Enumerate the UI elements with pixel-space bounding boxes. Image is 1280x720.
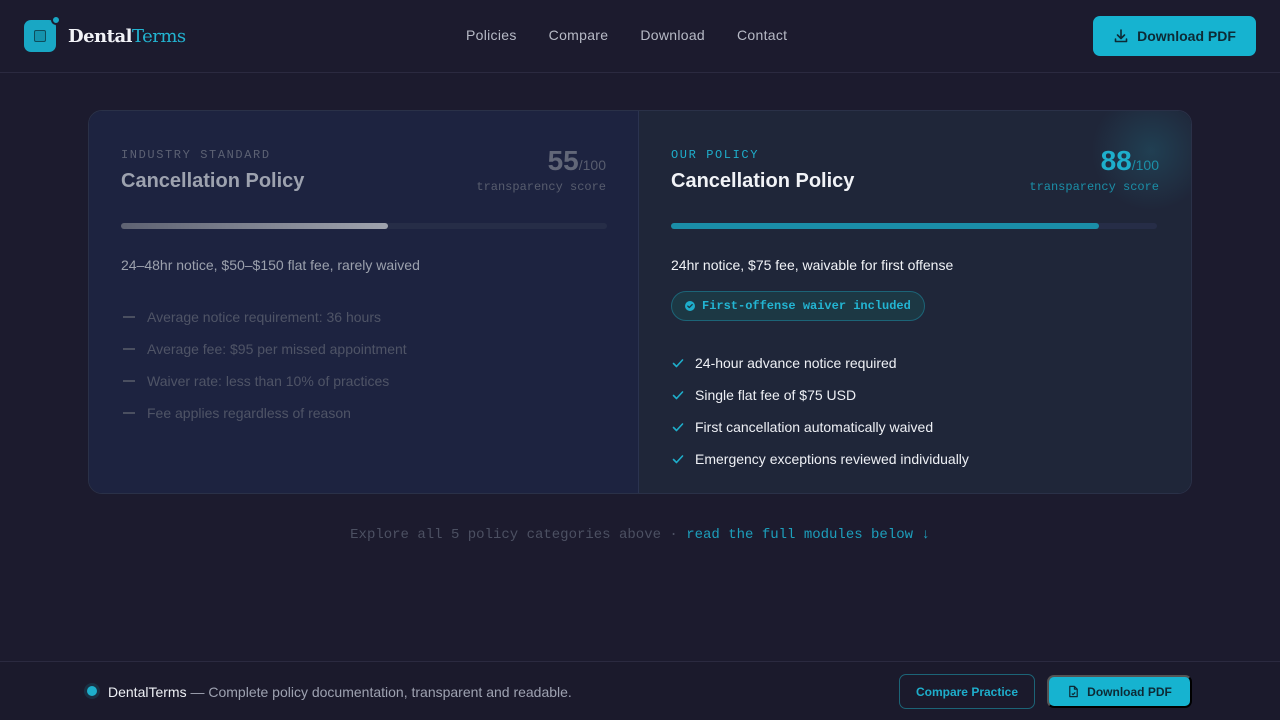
dash-icon xyxy=(123,412,135,414)
file-icon xyxy=(1069,685,1078,698)
footer-brandline: DentalTerms — Complete policy documentat… xyxy=(108,684,572,700)
industry-standard-panel: INDUSTRY STANDARD Cancellation Policy 55… xyxy=(89,111,639,493)
sticky-footer: DentalTerms — Complete policy documentat… xyxy=(0,661,1280,720)
list-item-text: Average fee: $95 per missed appointment xyxy=(147,341,407,357)
nav-link-policies[interactable]: Policies xyxy=(466,27,517,43)
list-item: Average notice requirement: 36 hours xyxy=(121,301,407,333)
logo-text: DentalTerms xyxy=(68,25,186,47)
our-title: Cancellation Policy xyxy=(671,170,855,192)
nav-link-download[interactable]: Download xyxy=(640,27,705,43)
check-circle-icon xyxy=(685,301,695,311)
list-item-text: Average notice requirement: 36 hours xyxy=(147,309,381,325)
download-pdf-button[interactable]: Download PDF xyxy=(1093,16,1256,56)
industry-summary: 24–48hr notice, $50–$150 flat fee, rarel… xyxy=(121,257,420,273)
our-list: 24-hour advance notice required Single f… xyxy=(671,347,969,475)
industry-title: Cancellation Policy xyxy=(121,170,305,192)
check-icon xyxy=(672,391,684,400)
main-nav: Policies Compare Download Contact xyxy=(466,27,787,43)
list-item-text: Fee applies regardless of reason xyxy=(147,405,351,421)
waiver-badge: First-offense waiver included xyxy=(671,291,925,321)
industry-score-bar-fill xyxy=(121,223,389,229)
our-score-value: 88 xyxy=(1100,145,1132,176)
list-item-text: Waiver rate: less than 10% of practices xyxy=(147,373,390,389)
policy-comparison-card: INDUSTRY STANDARD Cancellation Policy 55… xyxy=(88,110,1192,494)
footer-tagline: — Complete policy documentation, transpa… xyxy=(186,684,572,700)
download-icon xyxy=(1114,29,1128,43)
list-item: Fee applies regardless of reason xyxy=(121,397,407,429)
top-header: DentalTerms Policies Compare Download Co… xyxy=(0,0,1280,73)
waiver-badge-label: First-offense waiver included xyxy=(702,299,911,313)
industry-score: 55/100 transparency score xyxy=(476,145,606,194)
check-icon xyxy=(672,455,684,464)
dash-icon xyxy=(123,380,135,382)
list-item-text: 24-hour advance notice required xyxy=(695,355,897,371)
list-item-text: First cancellation automatically waived xyxy=(695,419,934,435)
list-item: Emergency exceptions reviewed individual… xyxy=(671,443,969,475)
our-policy-panel: OUR POLICY Cancellation Policy 88/100 tr… xyxy=(639,111,1191,493)
compare-practice-button[interactable]: Compare Practice xyxy=(899,674,1035,709)
industry-list: Average notice requirement: 36 hours Ave… xyxy=(121,301,407,429)
read-modules-link[interactable]: read the full modules below ↓ xyxy=(686,527,930,543)
explore-hint: Explore all 5 policy categories above · … xyxy=(0,527,1280,543)
our-summary: 24hr notice, $75 fee, waivable for first… xyxy=(671,257,954,273)
list-item-text: Emergency exceptions reviewed individual… xyxy=(695,451,969,467)
nav-link-compare[interactable]: Compare xyxy=(549,27,609,43)
footer-brand: DentalTerms xyxy=(108,684,187,700)
industry-eyebrow: INDUSTRY STANDARD xyxy=(121,148,271,162)
list-item: 24-hour advance notice required xyxy=(671,347,969,379)
our-eyebrow: OUR POLICY xyxy=(671,148,760,162)
dash-icon xyxy=(123,316,135,318)
footer-download-label: Download PDF xyxy=(1087,684,1172,699)
list-item-text: Single flat fee of $75 USD xyxy=(695,387,857,403)
our-score: 88/100 transparency score xyxy=(1029,145,1159,194)
our-score-bar-fill xyxy=(671,223,1099,229)
check-icon xyxy=(672,423,684,432)
logo-icon xyxy=(24,15,61,52)
industry-score-max: /100 xyxy=(578,157,606,173)
nav-link-contact[interactable]: Contact xyxy=(737,27,787,43)
explore-text: Explore all 5 policy categories above · xyxy=(350,527,687,543)
list-item: First cancellation automatically waived xyxy=(671,411,969,443)
footer-download-pdf-button[interactable]: Download PDF xyxy=(1047,675,1192,708)
download-pdf-label: Download PDF xyxy=(1137,28,1236,44)
status-dot-icon xyxy=(87,686,97,696)
our-score-bar xyxy=(671,223,1157,229)
list-item: Average fee: $95 per missed appointment xyxy=(121,333,407,365)
list-item: Waiver rate: less than 10% of practices xyxy=(121,365,407,397)
dash-icon xyxy=(123,348,135,350)
industry-score-label: transparency score xyxy=(476,180,606,194)
logo[interactable]: DentalTerms xyxy=(24,15,186,52)
check-icon xyxy=(672,359,684,368)
list-item: Single flat fee of $75 USD xyxy=(671,379,969,411)
industry-score-bar xyxy=(121,223,607,229)
our-score-max: /100 xyxy=(1131,157,1159,173)
our-score-label: transparency score xyxy=(1029,180,1159,194)
industry-score-value: 55 xyxy=(547,145,579,176)
